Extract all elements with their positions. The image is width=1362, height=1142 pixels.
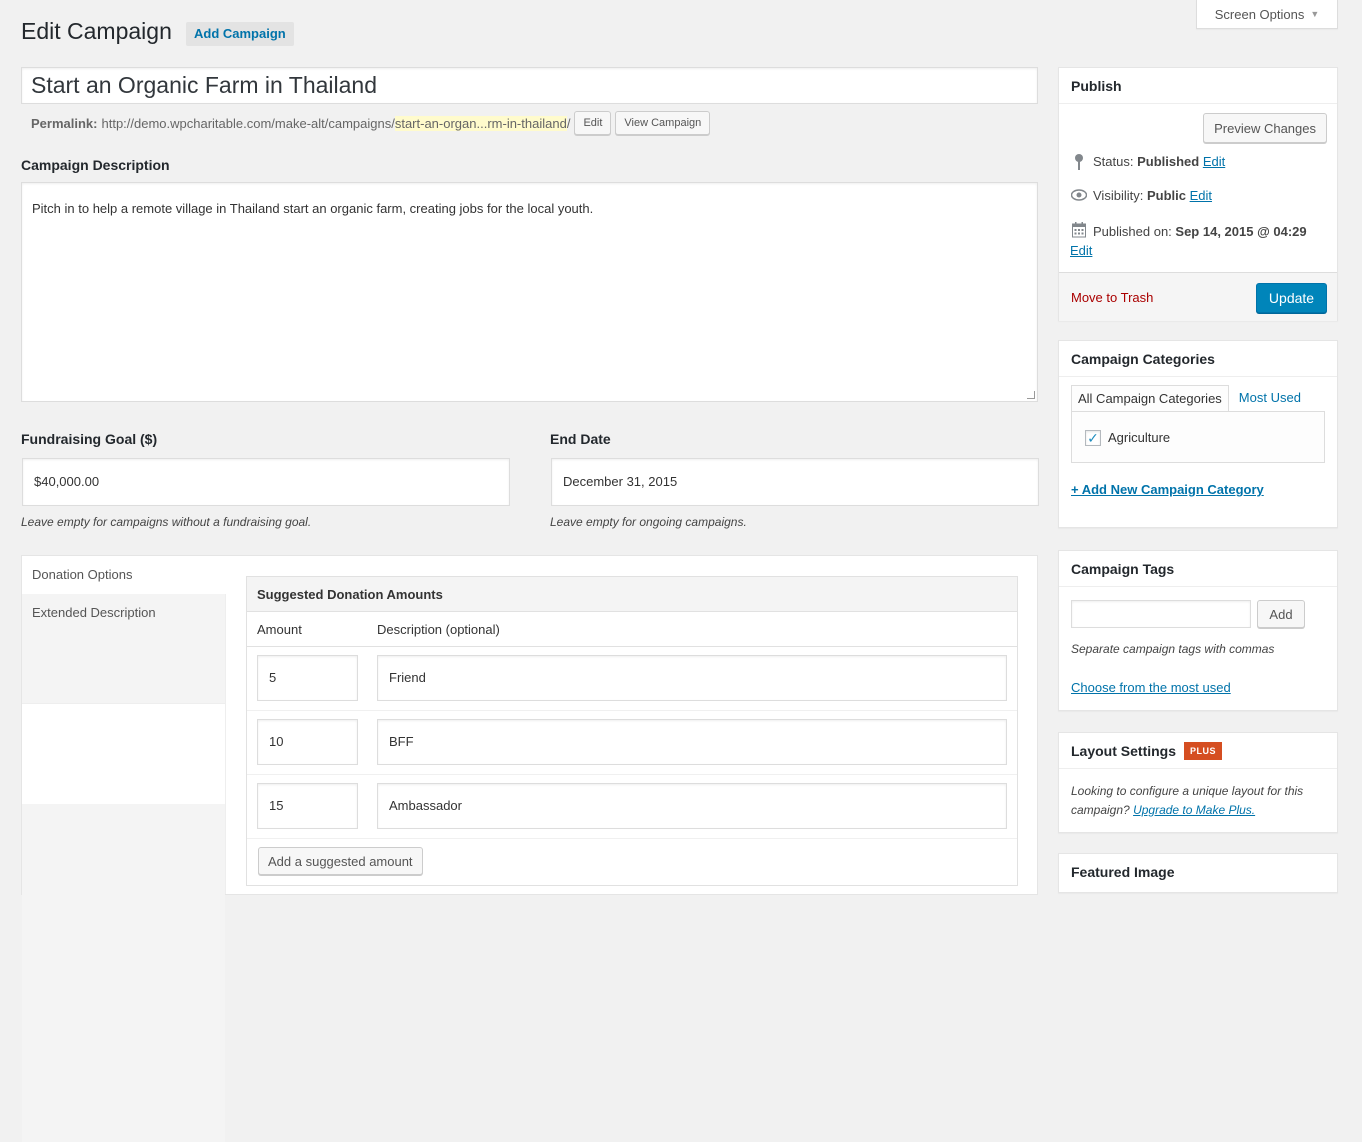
description-input[interactable]: BFF xyxy=(377,719,1007,765)
visibility-label: Visibility: xyxy=(1093,188,1144,203)
publish-box: Publish Preview Changes Status: Publishe… xyxy=(1058,67,1338,321)
view-campaign-button[interactable]: View Campaign xyxy=(615,111,711,135)
options-tabs: Donation Options Extended Description xyxy=(22,556,226,1142)
suggested-amounts-table: Suggested Donation Amounts Amount Descri… xyxy=(246,576,1018,886)
edit-visibility-link[interactable]: Edit xyxy=(1190,188,1212,203)
tab-extended-description[interactable]: Extended Description xyxy=(22,594,225,704)
triangle-down-icon: ▼ xyxy=(1310,9,1320,19)
end-date-hint: Leave empty for ongoing campaigns. xyxy=(550,515,747,529)
published-on-value: Sep 14, 2015 @ 04:29 xyxy=(1175,224,1307,239)
description-textarea[interactable]: Pitch in to help a remote village in Tha… xyxy=(21,182,1038,402)
description-text: Pitch in to help a remote village in Tha… xyxy=(32,201,594,216)
end-date-input[interactable]: December 31, 2015 xyxy=(551,458,1039,506)
permalink-row: Permalink: http://demo.wpcharitable.com/… xyxy=(31,111,711,135)
published-on-label: Published on: xyxy=(1093,224,1172,239)
table-row: 10 BFF xyxy=(247,711,1017,775)
table-row: 15 Ambassador xyxy=(247,775,1017,839)
campaign-tags-box: Campaign Tags Add Separate campaign tags… xyxy=(1058,550,1338,711)
publish-actions: Move to Trash Update xyxy=(1059,272,1337,321)
page-title: Edit Campaign xyxy=(21,18,172,44)
goal-label: Fundraising Goal ($) xyxy=(21,431,158,447)
tabs-spacer xyxy=(22,704,225,804)
amount-input[interactable]: 10 xyxy=(257,719,358,765)
campaign-title-input[interactable]: Start an Organic Farm in Thailand xyxy=(21,67,1038,104)
tabs-filler xyxy=(22,804,225,1142)
edit-date-link[interactable]: Edit xyxy=(1070,243,1092,258)
resize-handle-icon[interactable] xyxy=(1027,391,1035,399)
suggested-amounts-title: Suggested Donation Amounts xyxy=(247,577,1017,612)
categories-title: Campaign Categories xyxy=(1059,341,1337,377)
agriculture-checkbox[interactable]: ✓ xyxy=(1085,430,1101,446)
table-footer: Add a suggested amount xyxy=(247,839,1017,889)
upgrade-link[interactable]: Upgrade to Make Plus. xyxy=(1133,803,1255,817)
table-row: 5 Friend xyxy=(247,647,1017,711)
tags-hint: Separate campaign tags with commas xyxy=(1071,642,1275,656)
add-tag-button[interactable]: Add xyxy=(1257,600,1305,628)
campaign-categories-box: Campaign Categories All Campaign Categor… xyxy=(1058,340,1338,528)
status-value: Published xyxy=(1137,154,1200,169)
description-label: Campaign Description xyxy=(21,157,170,173)
permalink-trailing: / xyxy=(566,115,571,131)
column-amount: Amount xyxy=(257,622,302,637)
visibility-value: Public xyxy=(1146,188,1186,203)
screen-options-button[interactable]: Screen Options ▼ xyxy=(1196,0,1338,29)
layout-title-text: Layout Settings xyxy=(1071,742,1177,759)
categories-title-text: Campaign Categories xyxy=(1071,350,1215,367)
status-label: Status: xyxy=(1093,154,1134,169)
permalink-slug[interactable]: start-an-organ...rm-in-thailand xyxy=(394,115,567,131)
checkmark-icon: ✓ xyxy=(1087,430,1099,446)
category-list: ✓ Agriculture xyxy=(1071,411,1325,463)
calendar-icon xyxy=(1071,222,1087,241)
tab-most-used[interactable]: Most Used xyxy=(1229,385,1307,412)
edit-status-link[interactable]: Edit xyxy=(1203,154,1225,169)
agriculture-label[interactable]: Agriculture xyxy=(1108,430,1170,445)
column-description: Description (optional) xyxy=(377,622,500,637)
description-input[interactable]: Friend xyxy=(377,655,1007,701)
tags-title: Campaign Tags xyxy=(1059,551,1337,587)
screen-options-label: Screen Options xyxy=(1214,6,1305,22)
category-tabs: All Campaign Categories Most Used xyxy=(1071,385,1307,412)
layout-text-block: Looking to configure a unique layout for… xyxy=(1071,782,1331,820)
tag-input[interactable] xyxy=(1071,600,1251,628)
pin-icon xyxy=(1071,154,1087,173)
tags-title-text: Campaign Tags xyxy=(1071,560,1175,577)
update-button[interactable]: Update xyxy=(1256,283,1327,313)
goal-input[interactable]: $40,000.00 xyxy=(22,458,510,506)
tab-all-categories[interactable]: All Campaign Categories xyxy=(1071,385,1229,412)
end-date-label: End Date xyxy=(550,431,611,447)
layout-settings-box: Layout Settings PLUS Looking to configur… xyxy=(1058,732,1338,833)
add-campaign-button[interactable]: Add Campaign xyxy=(186,22,294,46)
description-input[interactable]: Ambassador xyxy=(377,783,1007,829)
add-category-link[interactable]: + Add New Campaign Category xyxy=(1071,482,1264,497)
choose-most-used-link[interactable]: Choose from the most used xyxy=(1071,680,1231,695)
preview-changes-button[interactable]: Preview Changes xyxy=(1203,113,1327,143)
campaign-options-panel: Donation Options Extended Description Su… xyxy=(21,555,1038,1142)
tab-donation-options[interactable]: Donation Options xyxy=(22,556,226,594)
permalink-base: http://demo.wpcharitable.com/make-alt/ca… xyxy=(101,115,395,131)
move-to-trash-link[interactable]: Move to Trash xyxy=(1071,290,1153,305)
table-header: Amount Description (optional) xyxy=(247,612,1017,647)
visibility-row: Visibility: Public Edit xyxy=(1070,188,1212,204)
publish-title: Publish xyxy=(1059,68,1337,104)
eye-icon xyxy=(1070,188,1088,204)
status-row: Status: Published Edit xyxy=(1071,154,1225,173)
goal-hint: Leave empty for campaigns without a fund… xyxy=(21,515,312,529)
edit-permalink-button[interactable]: Edit xyxy=(574,111,612,135)
permalink-label: Permalink: xyxy=(31,115,98,131)
add-suggested-amount-button[interactable]: Add a suggested amount xyxy=(258,847,423,875)
published-on-row: Published on: Sep 14, 2015 @ 04:29 xyxy=(1071,222,1331,242)
featured-image-box: Featured Image xyxy=(1058,853,1338,893)
amount-input[interactable]: 5 xyxy=(257,655,358,701)
amount-input[interactable]: 15 xyxy=(257,783,358,829)
layout-title: Layout Settings PLUS xyxy=(1059,733,1337,769)
publish-title-text: Publish xyxy=(1071,77,1122,94)
plus-badge: PLUS xyxy=(1184,741,1223,760)
